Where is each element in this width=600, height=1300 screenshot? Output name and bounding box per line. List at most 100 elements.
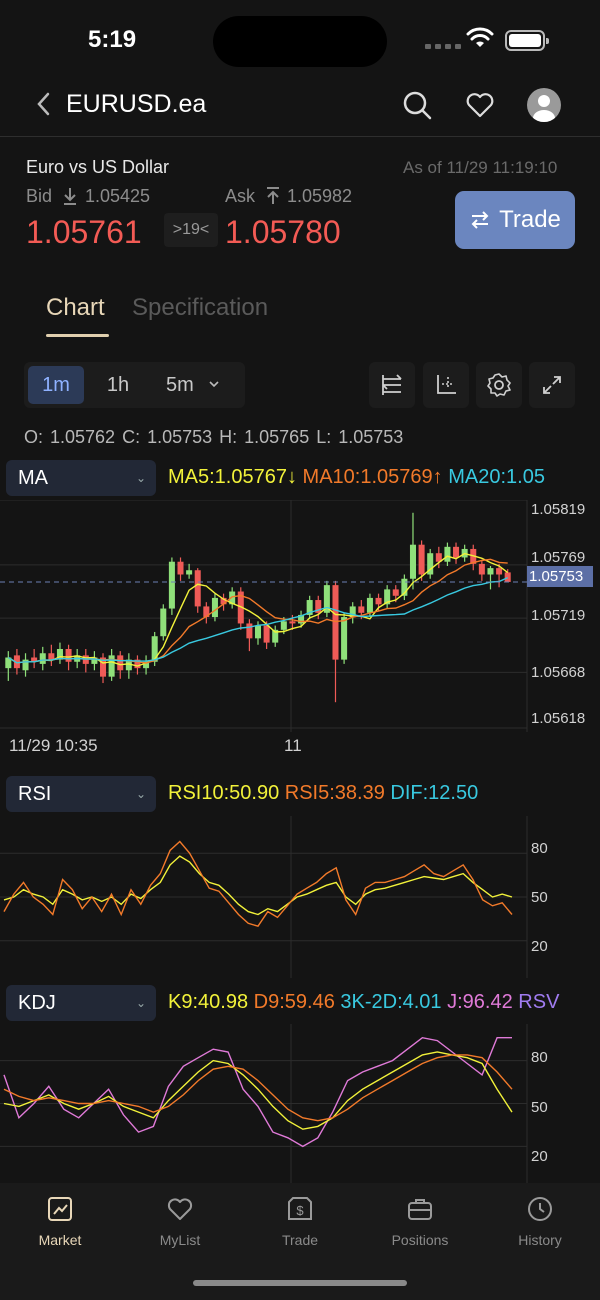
kdj-indicator-select[interactable]: KDJ ⌄	[6, 985, 156, 1021]
candle	[194, 570, 201, 607]
trade-button-label: Trade	[499, 206, 561, 233]
briefcase-icon	[408, 1199, 432, 1220]
tab-chart[interactable]: Chart	[46, 294, 105, 322]
candle	[168, 561, 175, 609]
time-tick: 11/29 10:35	[9, 736, 98, 755]
dollar-swap-icon: $	[288, 1197, 312, 1220]
chevron-down-icon: ⌄	[135, 471, 146, 485]
header-divider	[0, 136, 600, 137]
clock-history-icon	[528, 1197, 552, 1221]
tab-indicator	[46, 334, 109, 337]
candle	[177, 561, 184, 575]
current-price-tag: 1.05753	[527, 566, 593, 587]
time-tick: 11	[284, 736, 302, 755]
quote-timestamp: As of 11/29 11:19:10	[403, 158, 558, 177]
back-icon[interactable]	[36, 90, 52, 125]
kdj-j-line	[3, 1036, 512, 1148]
kdj-k-value: K9:40.98	[168, 991, 249, 1013]
chevron-down-icon[interactable]	[208, 376, 220, 394]
compare-tool-icon[interactable]	[369, 362, 415, 408]
candle	[246, 623, 253, 639]
swap-icon	[471, 211, 489, 229]
interval-1h[interactable]: 1h	[92, 366, 144, 404]
price-chart[interactable]	[0, 500, 600, 732]
ma20-value: MA20:1.05	[448, 466, 545, 488]
chevron-down-icon: ⌄	[135, 996, 146, 1010]
nav-mylist[interactable]: MyList	[120, 1195, 240, 1248]
rsi-values: RSI10:50.90 RSI5:38.39 DIF:12.50	[168, 782, 600, 805]
ask-high-value: 1.05982	[287, 186, 353, 206]
candle	[39, 653, 46, 664]
price-tick: 1.05618	[531, 710, 586, 727]
nav-history[interactable]: History	[480, 1195, 600, 1248]
trade-button[interactable]: Trade	[455, 191, 575, 249]
candle	[65, 648, 72, 662]
nav-market[interactable]: Market	[0, 1195, 120, 1248]
candle	[48, 653, 55, 660]
chevron-down-icon: ⌄	[135, 787, 146, 801]
heart-icon[interactable]	[463, 88, 497, 122]
ma20-line	[7, 576, 508, 664]
price-tick: 1.05769	[531, 549, 586, 566]
dynamic-island	[213, 16, 387, 67]
candle	[280, 621, 287, 630]
candle	[392, 589, 399, 596]
nav-trade-label: Trade	[281, 1232, 319, 1248]
bid-low-icon	[62, 186, 78, 211]
rsi-indicator-select[interactable]: RSI ⌄	[6, 776, 156, 812]
candle	[151, 636, 158, 662]
nav-market-label: Market	[38, 1232, 82, 1248]
interval-5m[interactable]: 5m	[166, 366, 214, 404]
tab-specification[interactable]: Specification	[132, 294, 268, 322]
price-tick: 1.05668	[531, 664, 586, 681]
wifi-icon	[466, 27, 494, 54]
nav-positions-label: Positions	[391, 1232, 449, 1248]
candle	[254, 625, 262, 639]
ohlc-readout: O: 1.05762 C: 1.05753 H: 1.05765 L: 1.05…	[24, 427, 404, 447]
rsi5-line	[3, 840, 513, 928]
candle	[478, 563, 485, 575]
kdj-rsv-value: RSV	[518, 991, 560, 1013]
signal-icon	[425, 44, 461, 49]
candle	[108, 655, 115, 677]
kdj-diff-value: 3K-2D:4.01	[340, 991, 442, 1013]
candle	[453, 546, 460, 558]
ma-values: MA5:1.05767↓ MA10:1.05769↑ MA20:1.05	[168, 466, 600, 489]
svg-text:$: $	[296, 1203, 304, 1218]
kdj-d-value: D9:59.46	[253, 991, 335, 1013]
interval-1m[interactable]: 1m	[28, 366, 84, 404]
rsi-tick: 80	[531, 840, 548, 857]
home-indicator	[193, 1280, 407, 1286]
rsi-tick: 50	[531, 889, 548, 906]
candle	[186, 570, 193, 575]
nav-positions[interactable]: Positions	[360, 1195, 480, 1248]
ma10-value: MA10:1.05769↑	[302, 466, 443, 488]
spread-badge: >19<	[164, 213, 218, 247]
candle	[160, 608, 167, 637]
bid-low-value: 1.05425	[85, 186, 151, 206]
status-time: 5:19	[88, 26, 137, 53]
candle	[341, 617, 348, 660]
kdj-values: K9:40.98 D9:59.46 3K-2D:4.01 J:96.42 RSV	[168, 991, 600, 1014]
candle	[409, 544, 416, 579]
fullscreen-icon[interactable]	[529, 362, 575, 408]
kdj-j-value: J:96.42	[447, 991, 513, 1013]
candle	[418, 544, 425, 575]
candle	[496, 568, 503, 575]
avatar[interactable]	[527, 88, 561, 122]
nav-trade[interactable]: $ Trade	[240, 1195, 360, 1248]
ma-indicator-select[interactable]: MA ⌄	[6, 460, 156, 496]
search-icon[interactable]	[400, 88, 434, 122]
kdj-chart[interactable]	[0, 1024, 600, 1183]
rsi-dif-value: DIF:12.50	[390, 782, 479, 804]
settings-gear-icon[interactable]	[476, 362, 522, 408]
kdj-tick: 80	[531, 1049, 548, 1066]
rsi-chart[interactable]	[0, 816, 600, 978]
kdj-tick: 50	[531, 1099, 548, 1116]
candle	[487, 568, 494, 575]
battery-icon	[505, 30, 549, 51]
rsi-tick: 20	[531, 938, 548, 955]
price-tick: 1.05819	[531, 501, 586, 518]
crosshair-tool-icon[interactable]	[423, 362, 469, 408]
candle	[366, 597, 373, 613]
